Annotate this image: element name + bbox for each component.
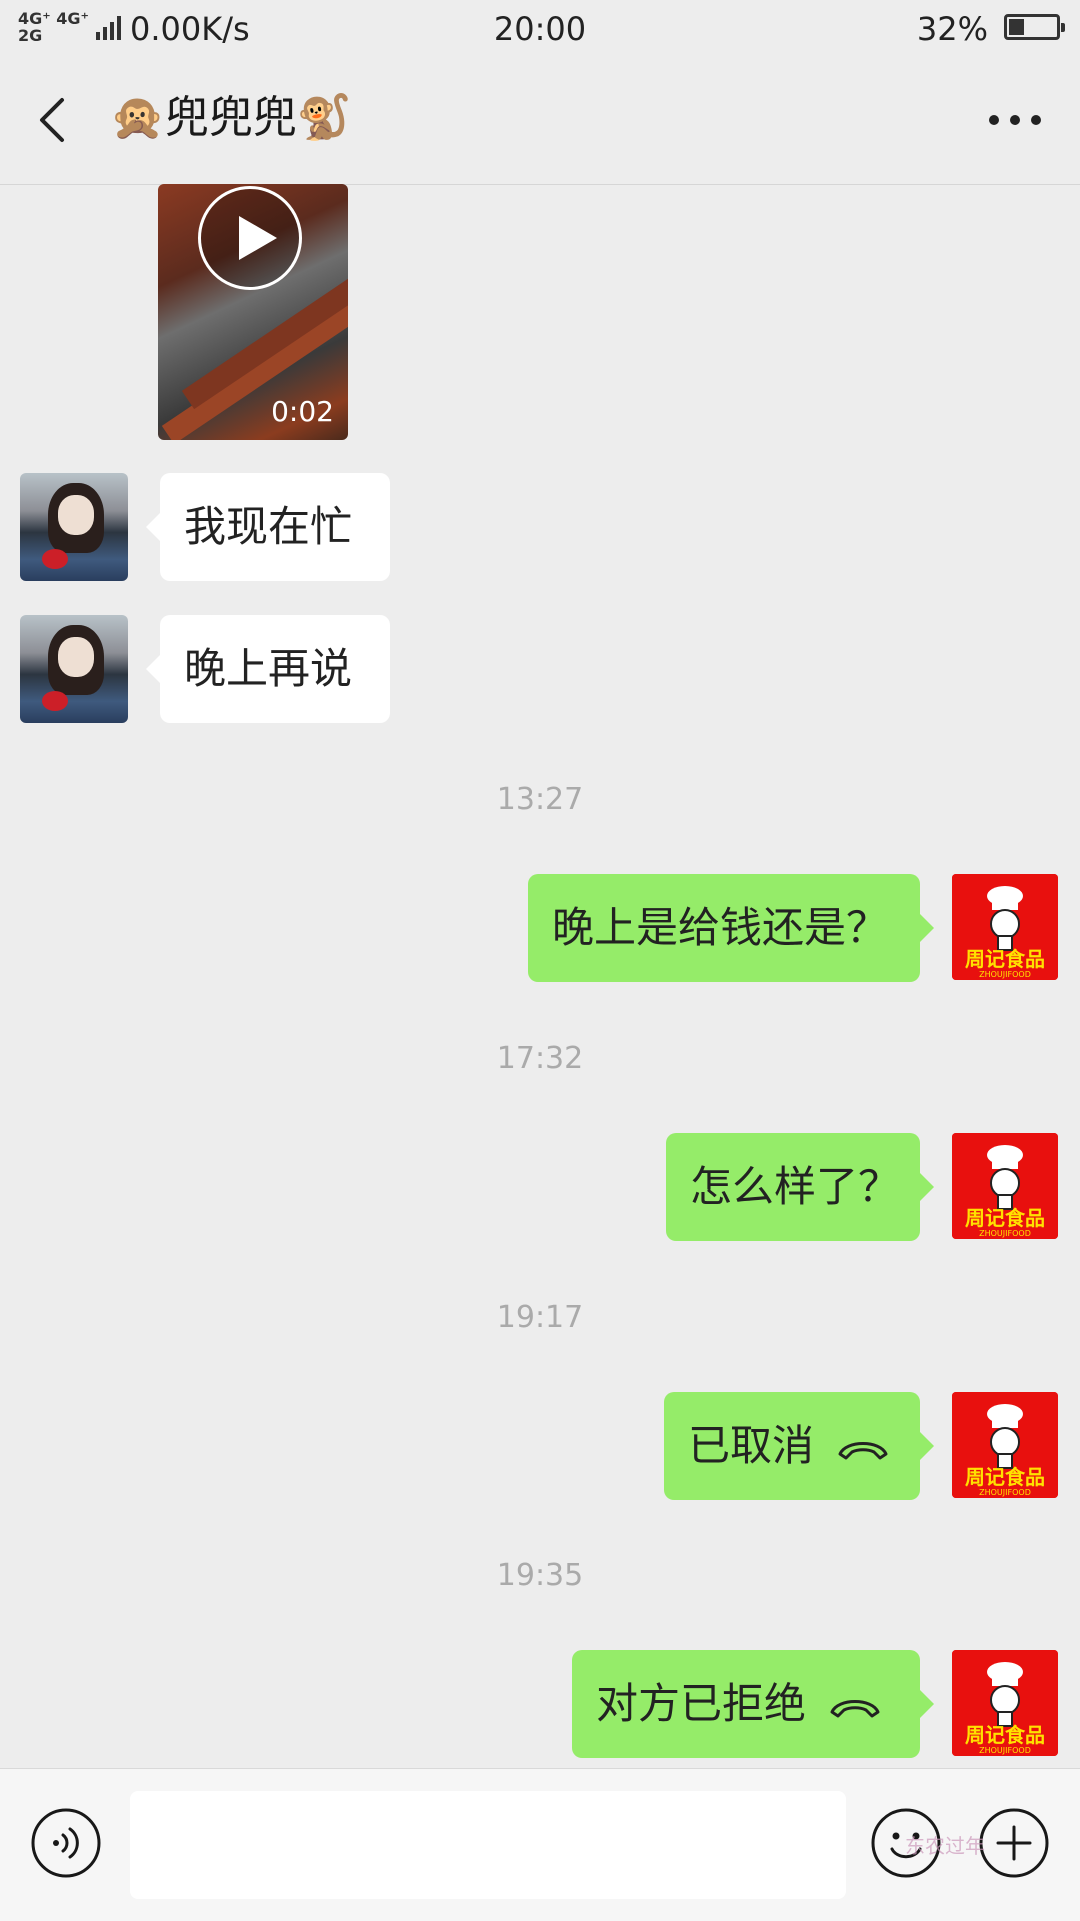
message-bubble-outgoing[interactable]: 晚上是给钱还是？ (528, 874, 934, 982)
svg-text:ZHOUJIFOOD: ZHOUJIFOOD (979, 1746, 1031, 1755)
message-input[interactable] (130, 1791, 846, 1899)
my-avatar[interactable]: 周记食品 ZHOUJIFOOD (952, 1650, 1058, 1756)
call-status-text: 已取消 (688, 1421, 815, 1470)
phone-hangup-icon (838, 1441, 888, 1459)
svg-text:ZHOUJIFOOD: ZHOUJIFOOD (979, 1229, 1031, 1238)
message-timestamp: 17:32 (496, 1041, 584, 1076)
call-status-bubble[interactable]: 对方已拒绝 (572, 1650, 934, 1758)
more-button[interactable] (980, 88, 1050, 152)
message-timestamp: 19:17 (496, 1300, 584, 1335)
my-avatar[interactable]: 周记食品 ZHOUJIFOOD (952, 1392, 1058, 1498)
plus-icon (979, 1808, 1049, 1878)
my-avatar[interactable]: 周记食品 ZHOUJIFOOD (952, 1133, 1058, 1239)
battery-percent: 32% (916, 10, 988, 48)
message-bubble-outgoing[interactable]: 怎么样了？ (666, 1133, 934, 1241)
svg-text:周记食品: 周记食品 (965, 1723, 1045, 1747)
svg-text:ZHOUJIFOOD: ZHOUJIFOOD (979, 1488, 1031, 1497)
svg-text:ZHOUJIFOOD: ZHOUJIFOOD (979, 970, 1031, 979)
chat-title: 🙊兜兜兜🐒 (110, 92, 352, 143)
message-timestamp: 13:27 (496, 782, 584, 817)
battery-icon (1004, 14, 1065, 40)
call-status-bubble[interactable]: 已取消 (664, 1392, 934, 1500)
svg-text:周记食品: 周记食品 (965, 1206, 1045, 1230)
contact-avatar[interactable] (20, 473, 128, 581)
more-dots-icon (989, 115, 1041, 125)
voice-button[interactable] (30, 1807, 102, 1879)
watermark: 东农过年 (905, 1834, 985, 1858)
battery-fill (1009, 19, 1024, 35)
message-timestamp: 19:35 (496, 1558, 584, 1593)
more-functions-button[interactable] (978, 1807, 1050, 1879)
message-bubble-incoming[interactable]: 我现在忙 (146, 473, 390, 581)
video-message[interactable]: 0:02 (158, 184, 348, 440)
play-icon[interactable] (198, 186, 302, 290)
back-button[interactable] (22, 88, 86, 152)
voice-icon (31, 1808, 101, 1878)
back-arrow-icon (40, 98, 64, 142)
status-bar: 4G⁺ 4G⁺ 2G 0.00K/s 20:00 32% (0, 0, 1080, 58)
svg-text:周记食品: 周记食品 (965, 947, 1045, 971)
message-bubble-incoming[interactable]: 晚上再说 (146, 615, 390, 723)
svg-text:周记食品: 周记食品 (965, 1465, 1045, 1489)
contact-avatar[interactable] (20, 615, 128, 723)
my-avatar[interactable]: 周记食品 ZHOUJIFOOD (952, 874, 1058, 980)
call-status-text: 对方已拒绝 (596, 1679, 807, 1728)
chat-header: 🙊兜兜兜🐒 (0, 58, 1080, 185)
video-duration: 0:02 (271, 395, 334, 428)
phone-hangup-icon (830, 1699, 880, 1717)
